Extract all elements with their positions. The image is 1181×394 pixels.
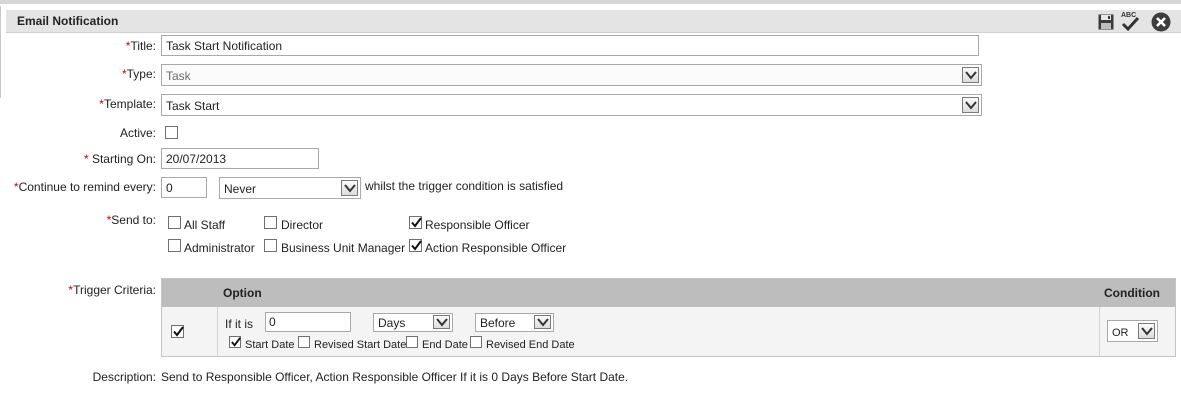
trigger-criteria-label: *Trigger Criteria:	[68, 283, 156, 297]
save-icon[interactable]	[1096, 12, 1116, 32]
date-checkbox-revised-start-date[interactable]	[298, 336, 310, 348]
remind-unit-value: Never	[224, 182, 257, 196]
date-label: Start Date	[245, 339, 295, 351]
description-value: Send to Responsible Officer, Action Resp…	[161, 370, 629, 384]
starting-on-input[interactable]: 20/07/2013	[161, 148, 319, 169]
column-divider	[217, 307, 218, 356]
spellcheck-icon[interactable]: ABC	[1120, 12, 1140, 32]
type-value: Task	[166, 69, 191, 83]
date-label: End Date	[422, 339, 468, 351]
recipient-label: All Staff	[184, 218, 226, 232]
trigger-unit-value: Days	[378, 316, 406, 330]
recipient-checkbox-business-unit-manager[interactable]	[264, 239, 277, 252]
if-it-is-label: If it is	[225, 317, 254, 331]
recipient-label: Administrator	[184, 241, 255, 255]
title-input[interactable]: Task Start Notification	[161, 35, 979, 56]
top-border	[0, 0, 1181, 4]
recipient-checkbox-director[interactable]	[264, 216, 277, 229]
recipient-checkbox-action-responsible-officer[interactable]	[409, 239, 422, 252]
date-label: Revised End Date	[486, 339, 575, 351]
trigger-condition-select[interactable]: OR	[1107, 320, 1158, 342]
condition-header: Condition	[1104, 286, 1160, 300]
send-to-label: *Send to:	[106, 213, 156, 227]
date-checkbox-start-date[interactable]	[229, 336, 241, 348]
date-checkbox-end-date[interactable]	[406, 336, 418, 348]
option-header: Option	[223, 286, 262, 300]
remind-unit-select[interactable]: Never	[219, 177, 361, 199]
panel-title: Email Notification	[17, 14, 119, 28]
chevron-down-icon[interactable]	[433, 315, 450, 329]
trigger-row-checkbox[interactable]	[171, 325, 184, 338]
trigger-unit-select[interactable]: Days	[373, 313, 453, 332]
column-divider	[1099, 307, 1100, 356]
template-label: *Template:	[99, 97, 156, 111]
remind-label: *Continue to remind every:	[13, 180, 156, 194]
title-label: *Title:	[125, 39, 156, 53]
starting-on-label: * Starting On:	[83, 152, 156, 166]
recipient-checkbox-administrator[interactable]	[168, 239, 181, 252]
chevron-down-icon[interactable]	[962, 67, 979, 83]
trigger-relation-select[interactable]: Before	[475, 313, 554, 332]
type-label: *Type:	[121, 67, 156, 81]
description-label: Description:	[92, 370, 156, 384]
table-row: If it is 0 Days Before Start Date Revise…	[162, 307, 1175, 356]
active-label: Active:	[119, 126, 156, 140]
template-select[interactable]: Task Start	[161, 94, 982, 116]
chevron-down-icon[interactable]	[341, 180, 358, 196]
remind-amount-input[interactable]: 0	[161, 177, 207, 198]
close-icon[interactable]	[1151, 12, 1171, 32]
date-checkbox-revised-end-date[interactable]	[470, 336, 482, 348]
trigger-condition-value: OR	[1112, 327, 1129, 339]
checkmark-icon	[411, 240, 422, 251]
trigger-amount-input[interactable]: 0	[265, 312, 351, 332]
recipient-label: Responsible Officer	[425, 218, 530, 232]
active-checkbox[interactable]	[165, 126, 178, 139]
chevron-down-icon[interactable]	[1138, 323, 1155, 339]
required-marker: *	[83, 152, 89, 166]
template-value: Task Start	[166, 99, 220, 113]
panel-header: Email Notification ABC	[6, 10, 1181, 33]
recipient-label: Action Responsible Officer	[425, 241, 567, 255]
checkmark-icon	[411, 217, 422, 228]
trigger-criteria-table: Option Condition If it is 0 Days Before …	[161, 278, 1176, 357]
chevron-down-icon[interactable]	[962, 97, 979, 113]
date-label: Revised Start Date	[314, 339, 407, 351]
recipient-checkbox-all-staff[interactable]	[168, 216, 181, 229]
checkmark-icon	[173, 326, 184, 337]
recipient-label: Director	[281, 218, 324, 232]
recipient-label: Business Unit Manager	[281, 241, 406, 255]
type-select[interactable]: Task	[161, 64, 982, 86]
trigger-relation-value: Before	[480, 316, 516, 330]
recipient-checkbox-responsible-officer[interactable]	[409, 216, 422, 229]
chevron-down-icon[interactable]	[534, 315, 551, 329]
left-border	[0, 6, 1, 98]
checkmark-icon	[231, 337, 241, 347]
remind-suffix: whilst the trigger condition is satisfie…	[365, 179, 564, 193]
table-header: Option Condition	[162, 279, 1175, 307]
